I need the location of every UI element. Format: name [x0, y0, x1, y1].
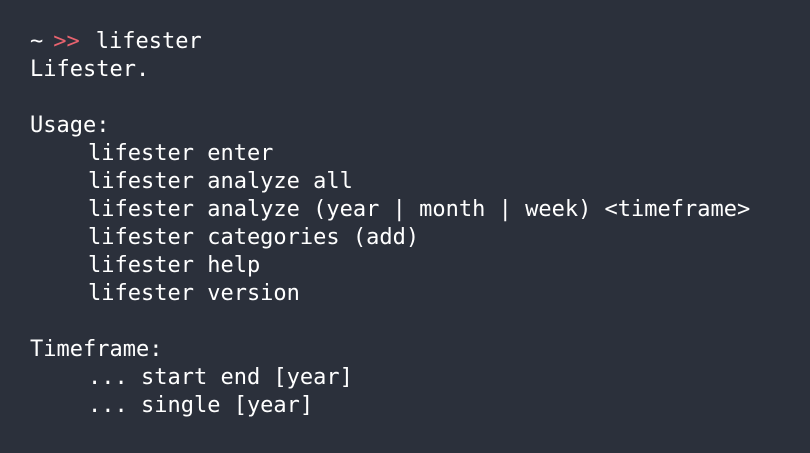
- prompt-tilde: ~: [30, 29, 44, 54]
- usage-line-analyze-all: lifester analyze all: [88, 169, 353, 194]
- prompt-arrow-icon: >>: [53, 29, 80, 54]
- timeframe-line-single: ... single [year]: [88, 393, 314, 418]
- prompt-line: ~ >> lifester: [30, 28, 810, 56]
- prompt-command: lifester: [95, 29, 202, 54]
- output-title: Lifester.: [30, 57, 150, 82]
- terminal-window[interactable]: ~ >> lifester Lifester. Usage: lifester en…: [0, 0, 810, 453]
- usage-header: Usage:: [30, 113, 110, 138]
- usage-line-help: lifester help: [88, 253, 261, 278]
- usage-line-enter: lifester enter: [88, 141, 274, 166]
- timeframe-line-start-end: ... start end [year]: [88, 365, 353, 390]
- usage-line-categories: lifester categories (add): [88, 225, 420, 250]
- timeframe-header: Timeframe:: [30, 337, 163, 362]
- usage-line-version: lifester version: [88, 281, 300, 306]
- usage-line-analyze-timeframe: lifester analyze (year | month | week) <…: [88, 197, 751, 222]
